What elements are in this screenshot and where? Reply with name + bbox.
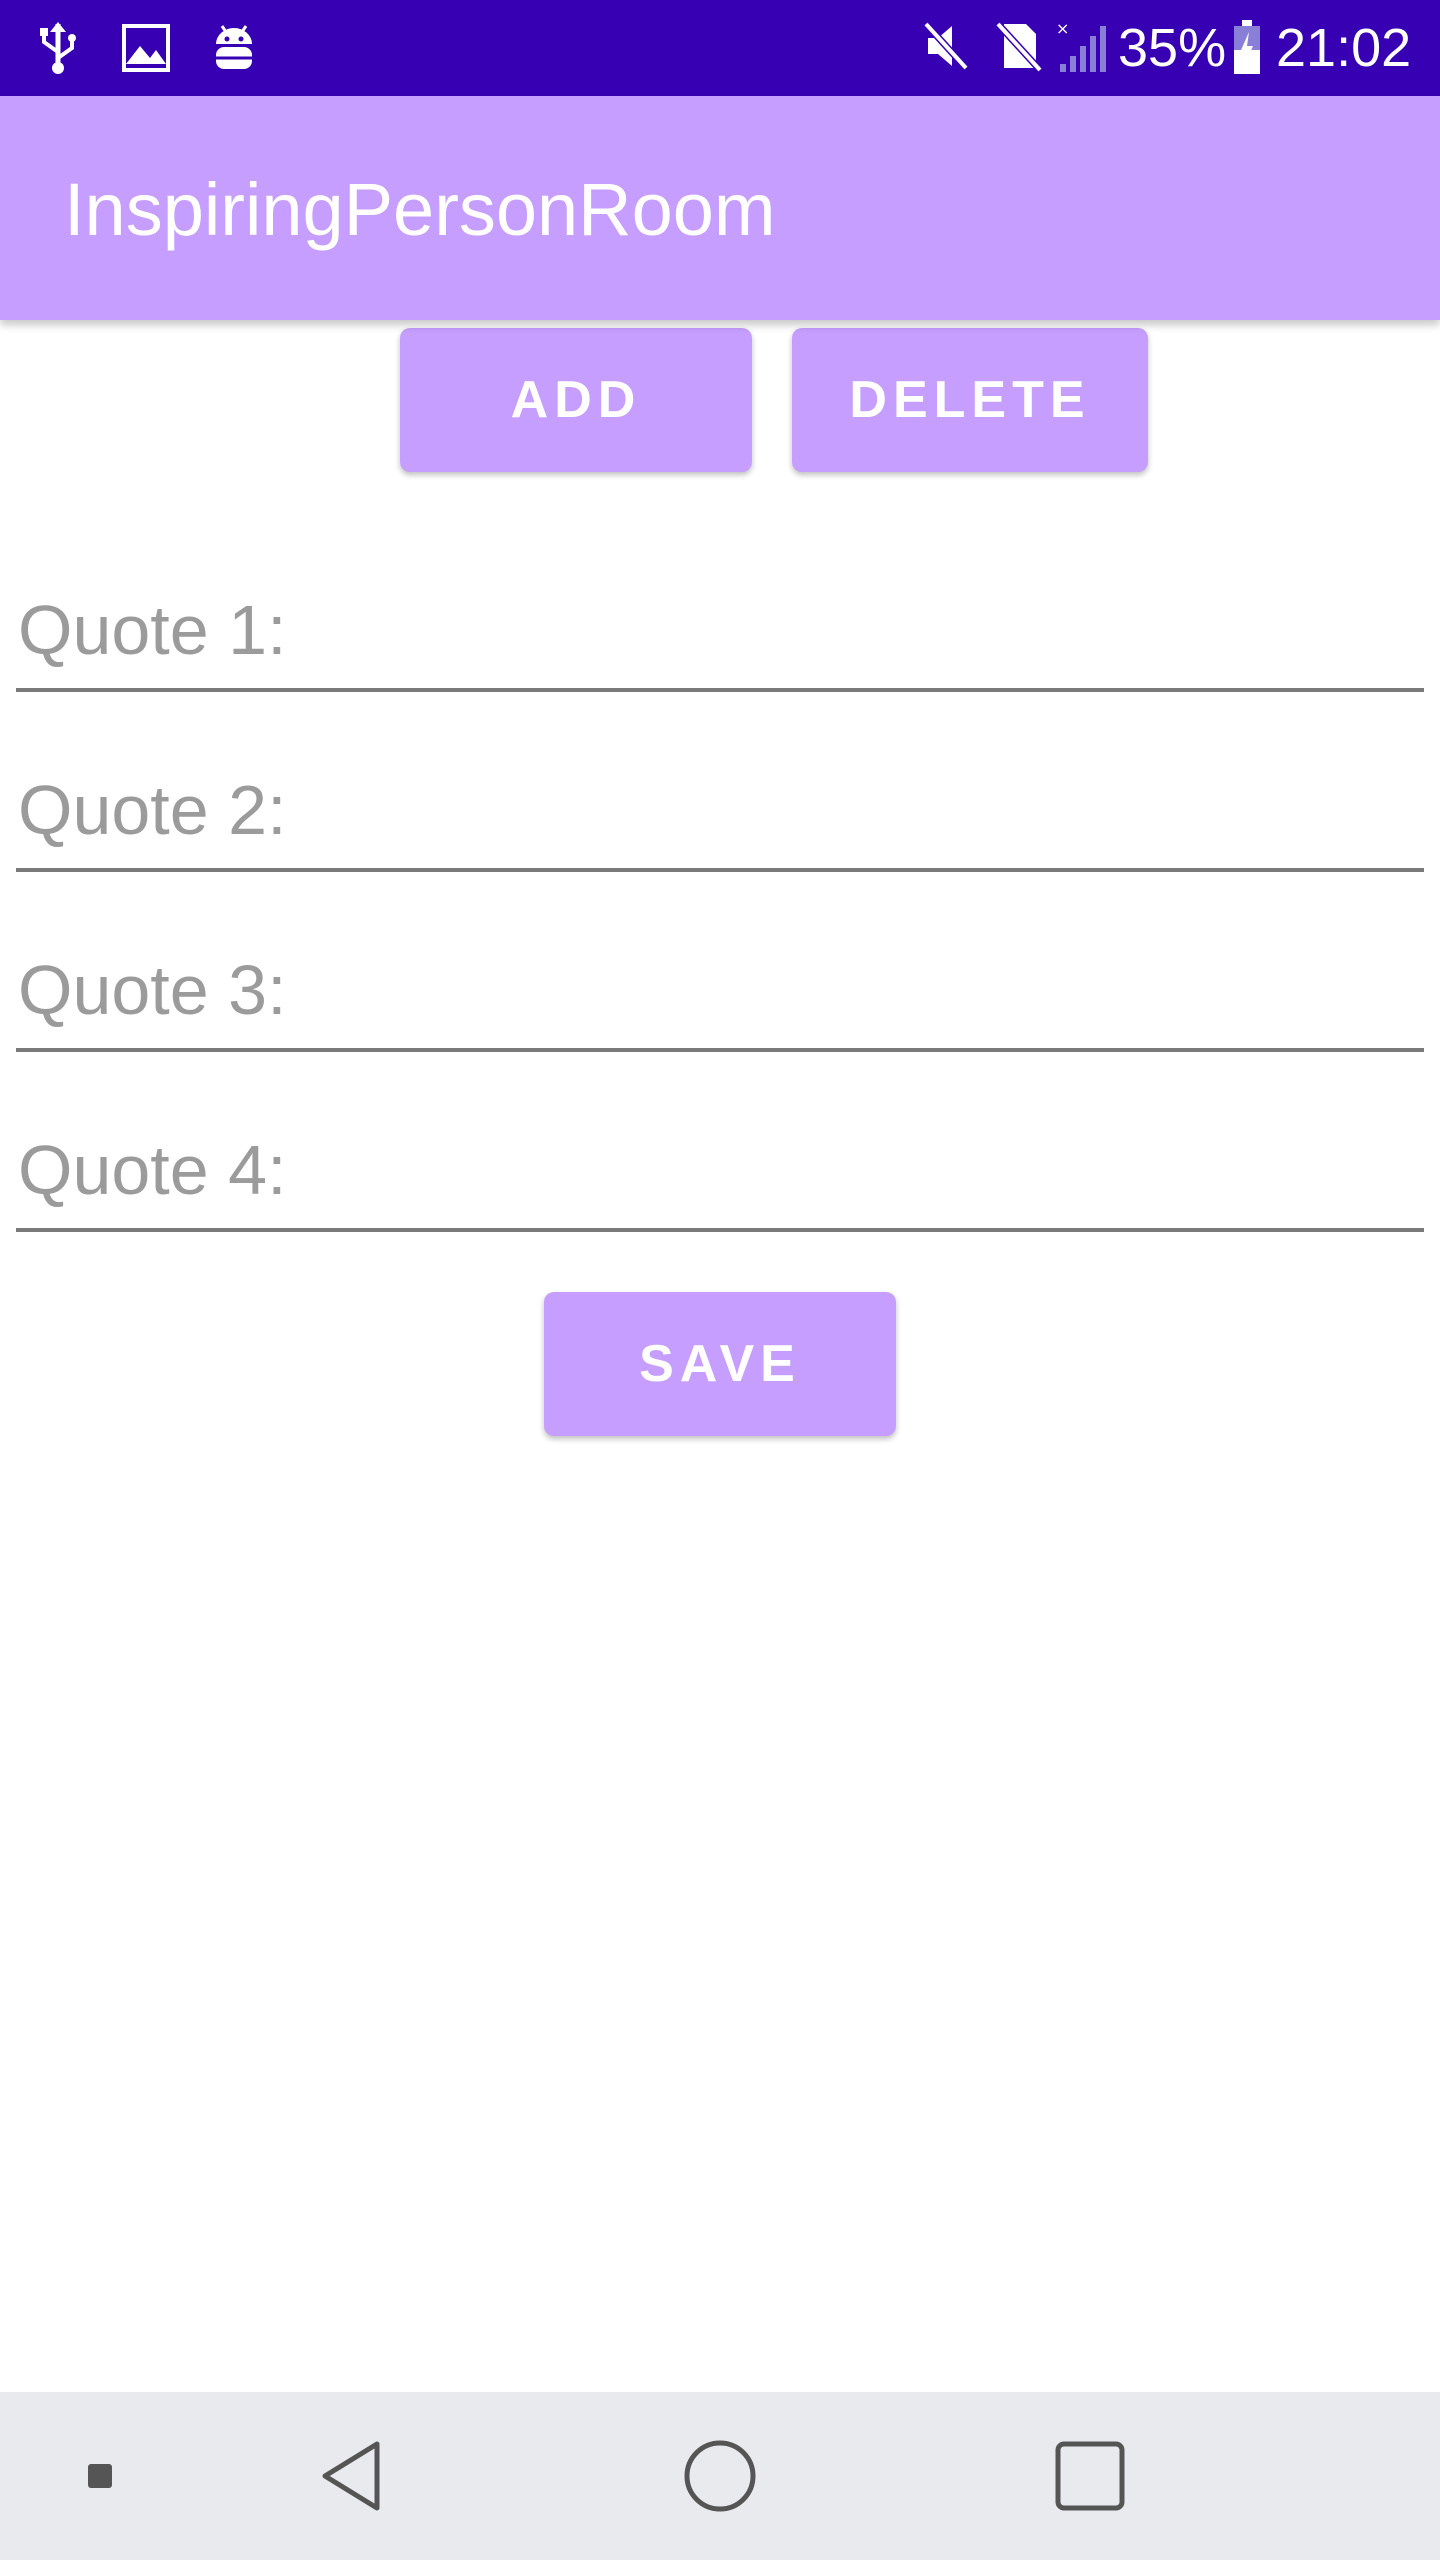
app-bar: InspiringPersonRoom <box>0 96 1440 320</box>
quote-1-field <box>16 572 1424 692</box>
quote-1-input[interactable] <box>16 572 1424 688</box>
save-button[interactable]: SAVE <box>544 1292 896 1436</box>
android-debug-icon <box>210 20 258 76</box>
quote-2-field <box>16 752 1424 872</box>
navigation-bar <box>0 2392 1440 2560</box>
usb-icon <box>36 20 80 76</box>
quote-3-field <box>16 932 1424 1052</box>
home-icon[interactable] <box>670 2392 770 2560</box>
back-icon[interactable] <box>300 2392 400 2560</box>
image-icon <box>122 20 170 76</box>
screen: × 35% 21:02 InspiringPersonRoom ADD DELE… <box>0 0 1440 2560</box>
no-sim-icon <box>995 20 1043 76</box>
quote-4-field <box>16 1112 1424 1232</box>
clock-time: 21:02 <box>1276 18 1412 78</box>
status-bar: × 35% 21:02 <box>0 0 1440 96</box>
quote-2-input[interactable] <box>16 752 1424 868</box>
app-title: InspiringPersonRoom <box>64 168 776 251</box>
recents-icon[interactable] <box>1040 2392 1140 2560</box>
battery-percentage: 35% <box>1118 18 1227 78</box>
small-square-icon[interactable] <box>60 2392 140 2560</box>
delete-button[interactable]: DELETE <box>792 328 1148 472</box>
svg-text:×: × <box>1056 20 1069 38</box>
add-button[interactable]: ADD <box>400 328 752 472</box>
quote-4-input[interactable] <box>16 1112 1424 1228</box>
signal-icon: × <box>1056 19 1106 76</box>
battery-charging-icon <box>1232 20 1262 76</box>
quote-3-input[interactable] <box>16 932 1424 1048</box>
mute-icon <box>922 20 970 76</box>
